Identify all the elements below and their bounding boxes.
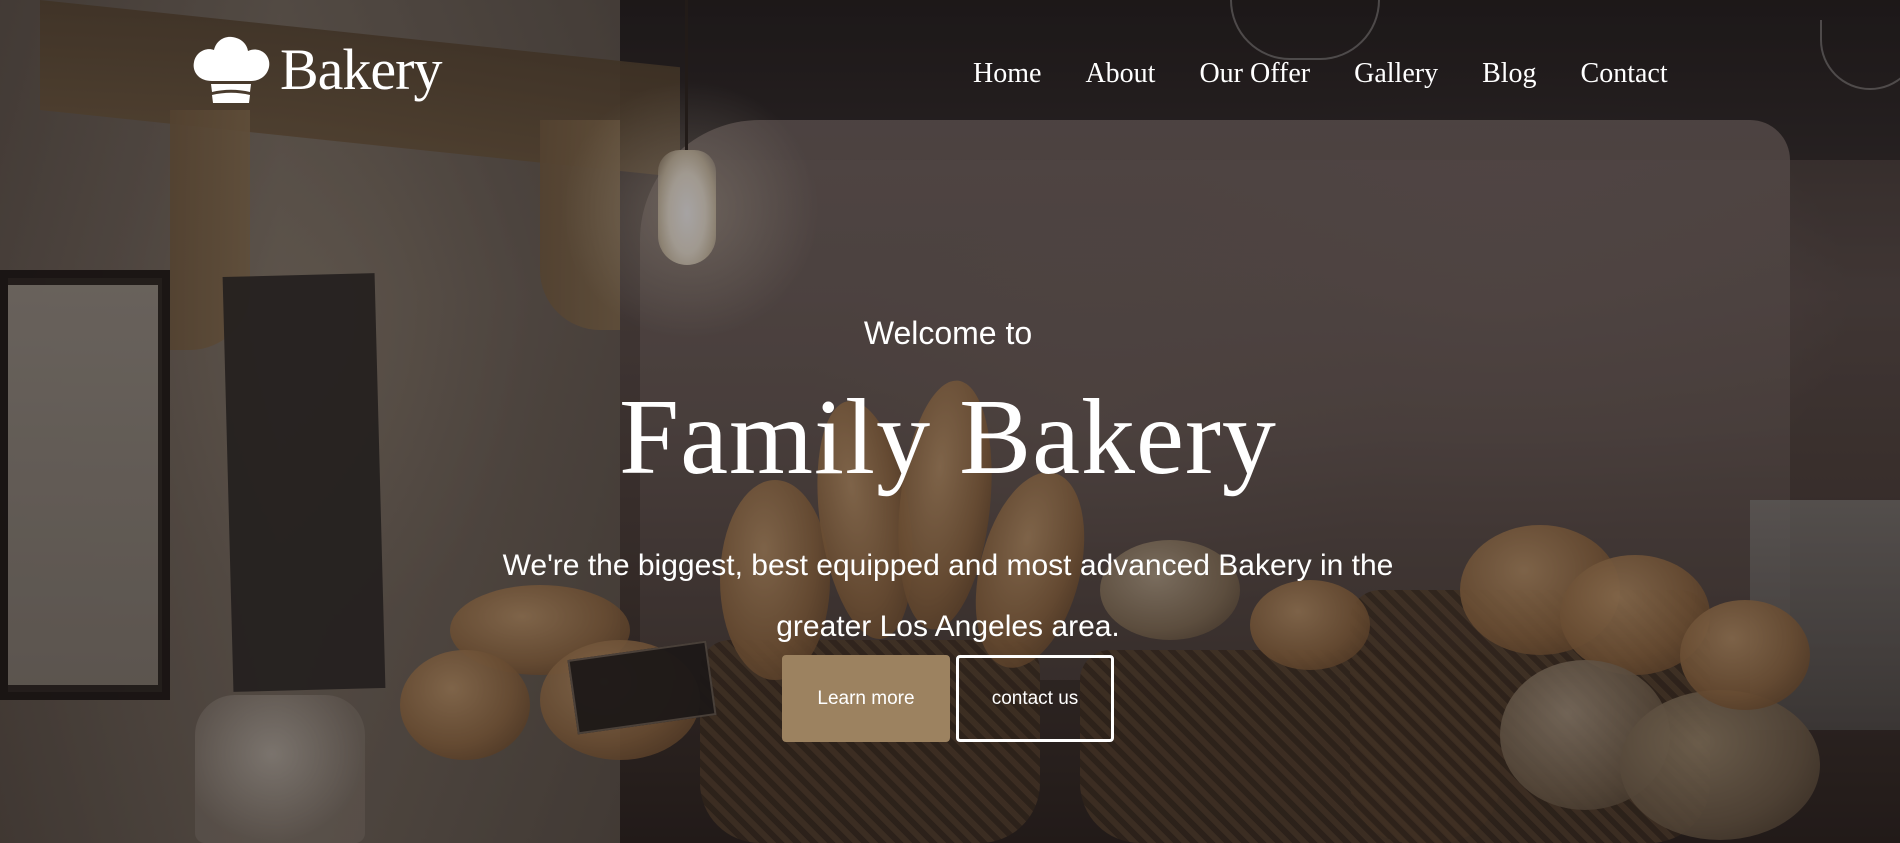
nav-item-gallery[interactable]: Gallery: [1354, 56, 1438, 92]
hero-section: Bakery Home About Our Offer Gallery Blog…: [0, 0, 1900, 843]
nav-item-home[interactable]: Home: [973, 56, 1041, 92]
brand-name: Bakery: [280, 37, 442, 102]
brand-logo-link[interactable]: Bakery: [190, 35, 442, 105]
learn-more-button[interactable]: Learn more: [782, 655, 950, 742]
nav-item-about[interactable]: About: [1085, 56, 1155, 92]
site-header: Bakery Home About Our Offer Gallery Blog…: [0, 0, 1900, 150]
hero-buttons: Learn more contact us: [782, 655, 1114, 742]
contact-us-button[interactable]: contact us: [956, 655, 1114, 742]
hero-subtitle: We're the biggest, best equipped and mos…: [502, 549, 1394, 643]
hero-title: Family Bakery: [619, 378, 1277, 497]
main-nav: Home About Our Offer Gallery Blog Contac…: [973, 56, 1668, 92]
chef-hat-icon: [193, 36, 270, 103]
nav-item-our-offer[interactable]: Our Offer: [1199, 56, 1310, 92]
nav-item-blog[interactable]: Blog: [1482, 56, 1536, 92]
hero-welcome-text: Welcome to: [863, 315, 1033, 351]
nav-item-contact[interactable]: Contact: [1581, 56, 1668, 92]
